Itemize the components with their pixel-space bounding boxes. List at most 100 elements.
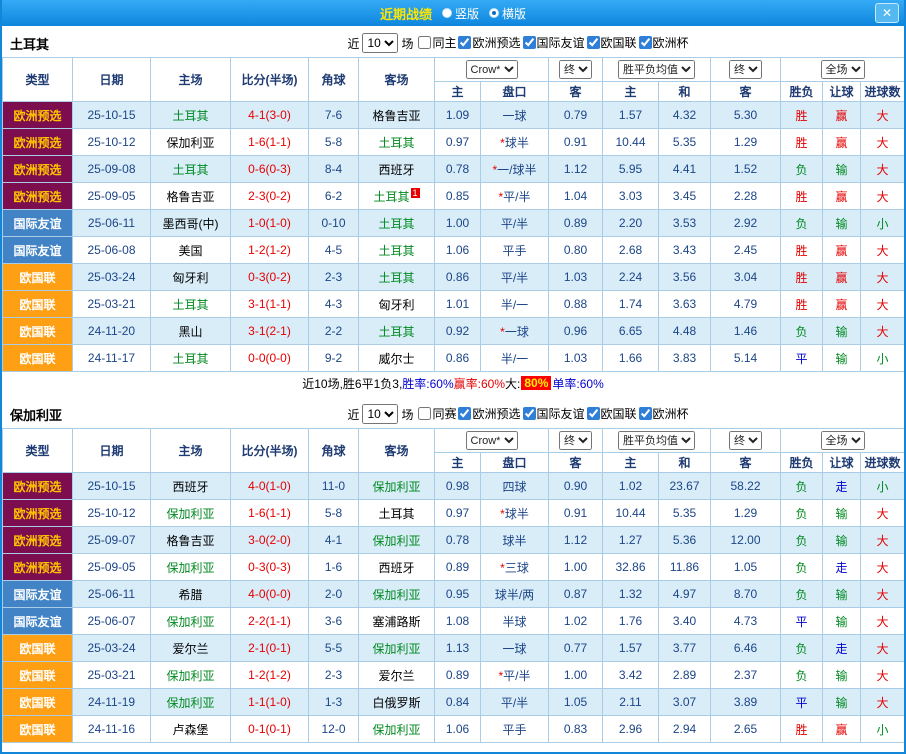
company-select[interactable]: Crow* — [466, 431, 518, 450]
away-team: 土耳其 — [359, 318, 435, 345]
checkbox-input[interactable] — [587, 407, 600, 420]
handicap-result: 赢 — [823, 237, 861, 264]
col-eu-away: 客 — [711, 453, 781, 473]
final-eu-select[interactable]: 终 — [729, 431, 762, 450]
eu-draw-odds: 5.35 — [659, 500, 711, 527]
checkbox-input[interactable] — [639, 407, 652, 420]
checkbox-input[interactable] — [418, 36, 431, 49]
home-odds: 0.92 — [435, 318, 481, 345]
filter-checkbox-2[interactable]: 国际友谊 — [523, 34, 585, 51]
eu-home-odds: 1.74 — [603, 291, 659, 318]
layout-radio-option[interactable]: 横版 — [489, 5, 526, 22]
goals-result: 大 — [861, 318, 905, 345]
eu-home-odds: 1.57 — [603, 635, 659, 662]
col-handicap: 让球 — [823, 82, 861, 102]
filter-checkbox-3[interactable]: 欧国联 — [587, 405, 637, 422]
summary-segment: 赢率:60% — [454, 375, 505, 392]
scope-select[interactable]: 全场 — [821, 431, 865, 450]
goals-result: 小 — [861, 473, 905, 500]
away-give-star: * — [498, 190, 503, 204]
checkbox-input[interactable] — [458, 36, 471, 49]
team-name: 土耳其 — [10, 34, 140, 53]
eu-away-odds: 5.30 — [711, 102, 781, 129]
recent-count-select[interactable]: 10 — [362, 404, 398, 424]
handicap-line: 平手 — [481, 237, 549, 264]
league-type: 欧洲预选 — [3, 473, 73, 500]
checkbox-input[interactable] — [523, 36, 536, 49]
radio-icon — [489, 8, 499, 18]
result: 负 — [781, 527, 823, 554]
avg-select[interactable]: 胜平负均值 — [618, 431, 695, 450]
corners: 7-6 — [309, 102, 359, 129]
checkbox-label: 欧洲预选 — [472, 34, 520, 51]
filter-checkbox-2[interactable]: 国际友谊 — [523, 405, 585, 422]
final-odds-select[interactable]: 终 — [559, 431, 592, 450]
filter-checkbox-4[interactable]: 欧洲杯 — [639, 34, 689, 51]
handicap-result: 赢 — [823, 129, 861, 156]
filter-checkbox-3[interactable]: 欧国联 — [587, 34, 637, 51]
company-select[interactable]: Crow* — [466, 60, 518, 79]
recent-count-select[interactable]: 10 — [362, 33, 398, 53]
avg-select[interactable]: 胜平负均值 — [618, 60, 695, 79]
layout-radio-option[interactable]: 竖版 — [442, 5, 479, 22]
away-team: 土耳其1 — [359, 183, 435, 210]
match-date: 25-09-07 — [73, 527, 151, 554]
home-team: 土耳其 — [151, 291, 231, 318]
filter-checkbox-1[interactable]: 欧洲预选 — [458, 405, 520, 422]
handicap-result: 赢 — [823, 291, 861, 318]
col-score: 比分(半场) — [231, 58, 309, 102]
filters-bar: 近 10 场 同主欧洲预选国际友谊欧国联欧洲杯 — [140, 33, 896, 53]
home-team: 格鲁吉亚 — [151, 183, 231, 210]
col-pan: 盘口 — [481, 453, 549, 473]
home-odds: 1.06 — [435, 716, 481, 743]
handicap-line: 半/一 — [481, 291, 549, 318]
match-date: 25-10-12 — [73, 500, 151, 527]
score: 4-0(1-0) — [231, 473, 309, 500]
match-date: 25-10-12 — [73, 129, 151, 156]
handicap-result: 输 — [823, 689, 861, 716]
score: 2-2(1-1) — [231, 608, 309, 635]
league-type: 国际友谊 — [3, 608, 73, 635]
match-row: 欧洲预选25-09-05保加利亚0-3(0-3)1-6西班牙0.89*三球1.0… — [3, 554, 905, 581]
score: 4-0(0-0) — [231, 581, 309, 608]
home-odds: 0.89 — [435, 662, 481, 689]
result: 胜 — [781, 716, 823, 743]
col-away: 客场 — [359, 58, 435, 102]
checkbox-input[interactable] — [523, 407, 536, 420]
home-team: 美国 — [151, 237, 231, 264]
close-icon[interactable]: ✕ — [875, 3, 899, 23]
col-eu-draw: 和 — [659, 82, 711, 102]
eu-home-odds: 1.66 — [603, 345, 659, 372]
checkbox-input[interactable] — [639, 36, 652, 49]
eu-draw-odds: 4.48 — [659, 318, 711, 345]
final-eu-select[interactable]: 终 — [729, 60, 762, 79]
corners: 1-3 — [309, 689, 359, 716]
home-team: 匈牙利 — [151, 264, 231, 291]
league-type: 国际友谊 — [3, 210, 73, 237]
home-odds: 0.95 — [435, 581, 481, 608]
final-eu-cell: 终 — [711, 429, 781, 453]
goals-result: 大 — [861, 129, 905, 156]
corners: 9-2 — [309, 345, 359, 372]
checkbox-input[interactable] — [418, 407, 431, 420]
col-handicap: 让球 — [823, 453, 861, 473]
corners: 5-8 — [309, 500, 359, 527]
checkbox-input[interactable] — [458, 407, 471, 420]
handicap-line: 平/半 — [481, 264, 549, 291]
corners: 11-0 — [309, 473, 359, 500]
home-odds: 0.97 — [435, 500, 481, 527]
result: 胜 — [781, 291, 823, 318]
eu-home-odds: 2.11 — [603, 689, 659, 716]
filter-checkbox-1[interactable]: 欧洲预选 — [458, 34, 520, 51]
checkbox-input[interactable] — [587, 36, 600, 49]
final-odds-select[interactable]: 终 — [559, 60, 592, 79]
scope-select[interactable]: 全场 — [821, 60, 865, 79]
away-give-star: * — [498, 669, 503, 683]
home-team: 卢森堡 — [151, 716, 231, 743]
handicap-result: 输 — [823, 210, 861, 237]
league-type: 欧洲预选 — [3, 554, 73, 581]
filter-checkbox-4[interactable]: 欧洲杯 — [639, 405, 689, 422]
filter-checkbox-0[interactable]: 同主 — [418, 34, 456, 51]
filter-checkbox-0[interactable]: 同赛 — [418, 405, 456, 422]
home-odds: 0.98 — [435, 473, 481, 500]
